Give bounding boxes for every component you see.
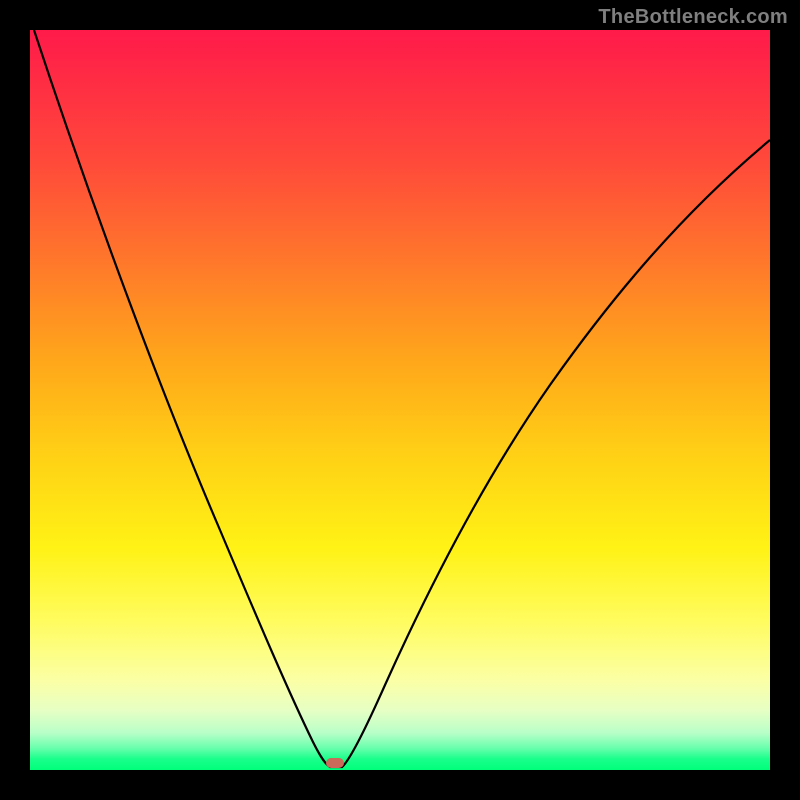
chart-frame: TheBottleneck.com	[0, 0, 800, 800]
curve-svg	[30, 30, 770, 770]
bottleneck-curve	[34, 30, 770, 767]
plot-area	[30, 30, 770, 770]
optimum-marker	[326, 758, 344, 768]
watermark-text: TheBottleneck.com	[598, 6, 788, 29]
